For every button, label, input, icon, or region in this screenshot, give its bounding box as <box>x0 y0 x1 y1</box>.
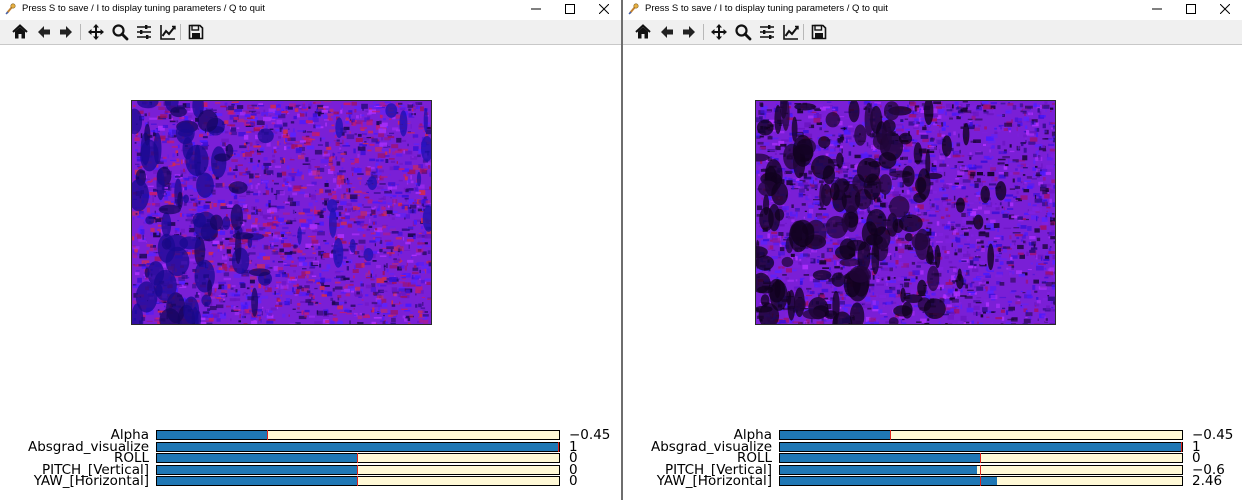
home-button[interactable] <box>633 22 653 42</box>
slider-fill[interactable] <box>157 477 358 485</box>
app-icon <box>628 3 639 15</box>
toolbar-separator <box>180 24 181 40</box>
slider-fill[interactable] <box>780 477 998 485</box>
app-icon <box>5 3 16 15</box>
pan-icon <box>88 24 104 40</box>
slider-fill[interactable] <box>780 454 981 462</box>
toolbar-separator <box>703 24 704 40</box>
forward-icon <box>60 26 72 38</box>
home-icon <box>12 24 28 39</box>
zoom-icon <box>112 24 129 41</box>
slider-fill[interactable] <box>157 454 358 462</box>
figure-window-right: Press S to save / I to display tuning pa… <box>623 0 1242 500</box>
slider-value: 0 <box>569 473 578 489</box>
forward-button[interactable] <box>56 22 76 42</box>
slider-fill[interactable] <box>157 431 268 439</box>
edit-axis-icon <box>783 25 799 40</box>
slider-track[interactable] <box>156 465 560 475</box>
slider-initial-marker <box>558 442 559 452</box>
slider-row: YAW_[Horizontal] 2.46 <box>623 473 1242 489</box>
zoom-button[interactable] <box>110 22 130 42</box>
slider-fill[interactable] <box>157 466 358 474</box>
minimize-button[interactable] <box>519 0 553 18</box>
edit-axis-button[interactable] <box>158 22 178 42</box>
zoom-button[interactable] <box>733 22 753 42</box>
window-title: Press S to save / I to display tuning pa… <box>22 3 265 14</box>
pan-icon <box>711 24 727 40</box>
gradient-image <box>755 100 1056 325</box>
save-button[interactable] <box>186 22 206 42</box>
save-icon <box>188 24 204 40</box>
minimize-button[interactable] <box>1140 0 1174 18</box>
slider-track[interactable] <box>156 442 560 452</box>
minimize-icon <box>1152 8 1162 10</box>
slider-track[interactable] <box>779 453 1183 463</box>
forward-icon <box>683 26 695 38</box>
slider-label: YAW_[Horizontal] <box>656 473 772 489</box>
slider-track[interactable] <box>779 430 1183 440</box>
slider-initial-marker <box>357 476 358 486</box>
slider-track[interactable] <box>156 476 560 486</box>
gradient-image-content <box>756 101 1055 324</box>
back-icon <box>661 26 673 38</box>
slider-track[interactable] <box>156 430 560 440</box>
slider-initial-marker <box>357 453 358 463</box>
zoom-icon <box>735 24 752 41</box>
edit-axis-icon <box>160 25 176 40</box>
slider-initial-marker <box>1181 442 1182 452</box>
slider-initial-marker <box>980 453 981 463</box>
slider-track[interactable] <box>779 465 1183 475</box>
maximize-button[interactable] <box>1174 0 1208 18</box>
slider-fill[interactable] <box>157 443 559 451</box>
slider-fill[interactable] <box>780 466 977 474</box>
slider-fill[interactable] <box>780 431 891 439</box>
back-button[interactable] <box>657 22 677 42</box>
slider-track[interactable] <box>156 453 560 463</box>
slider-track[interactable] <box>779 442 1183 452</box>
save-icon <box>811 24 827 40</box>
slider-label: YAW_[Horizontal] <box>33 473 149 489</box>
configure-subplots-icon <box>137 25 151 39</box>
configure-subplots-button[interactable] <box>134 22 154 42</box>
title-bar[interactable]: Press S to save / I to display tuning pa… <box>0 0 621 18</box>
gradient-image-content <box>132 101 431 324</box>
close-icon <box>1220 4 1230 14</box>
edit-axis-button[interactable] <box>781 22 801 42</box>
slider-row: YAW_[Horizontal] 0 <box>0 473 621 489</box>
toolbar-separator <box>80 24 81 40</box>
window-title: Press S to save / I to display tuning pa… <box>645 3 888 14</box>
slider-initial-marker <box>980 465 981 475</box>
pan-button[interactable] <box>709 22 729 42</box>
maximize-icon <box>1186 4 1196 14</box>
slider-track[interactable] <box>779 476 1183 486</box>
navigation-toolbar <box>623 20 1242 45</box>
close-button[interactable] <box>587 0 621 18</box>
navigation-toolbar <box>0 20 621 45</box>
maximize-button[interactable] <box>553 0 587 18</box>
toolbar-separator <box>803 24 804 40</box>
slider-initial-marker <box>889 430 891 440</box>
slider-fill[interactable] <box>780 443 1182 451</box>
title-bar[interactable]: Press S to save / I to display tuning pa… <box>623 0 1242 18</box>
configure-subplots-icon <box>760 25 774 39</box>
slider-value: 2.46 <box>1192 473 1223 489</box>
home-icon <box>635 24 651 39</box>
back-icon <box>38 26 50 38</box>
forward-button[interactable] <box>679 22 699 42</box>
close-icon <box>599 4 609 14</box>
minimize-icon <box>531 8 541 10</box>
slider-initial-marker <box>357 465 358 475</box>
gradient-image <box>131 100 432 325</box>
configure-subplots-button[interactable] <box>757 22 777 42</box>
home-button[interactable] <box>10 22 30 42</box>
pan-button[interactable] <box>86 22 106 42</box>
back-button[interactable] <box>34 22 54 42</box>
close-button[interactable] <box>1208 0 1242 18</box>
slider-initial-marker <box>266 430 268 440</box>
figure-window-left: Press S to save / I to display tuning pa… <box>0 0 621 500</box>
save-button[interactable] <box>809 22 829 42</box>
slider-initial-marker <box>980 476 981 486</box>
maximize-icon <box>565 4 575 14</box>
